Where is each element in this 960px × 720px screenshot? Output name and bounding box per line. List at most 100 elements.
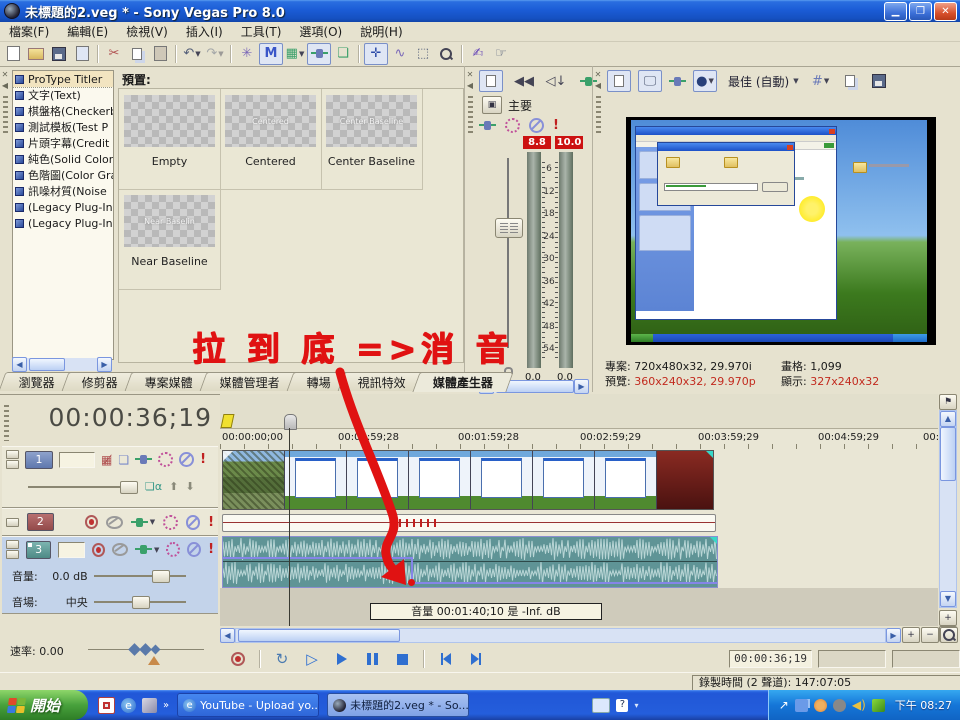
track-name-field[interactable] (58, 542, 85, 558)
generator-item[interactable]: 純色(Solid Color (13, 151, 113, 167)
media-player-icon[interactable] (142, 698, 157, 713)
go-to-start-button[interactable] (434, 649, 458, 669)
whats-this-help-button[interactable]: ☞ (490, 44, 512, 64)
messenger-icon[interactable] (814, 699, 827, 712)
menu-insert[interactable]: 插入(I) (177, 22, 232, 41)
internet-explorer-icon[interactable]: e (121, 698, 136, 713)
timeline-grip[interactable] (4, 405, 9, 441)
zoom-tool-button[interactable] (435, 44, 457, 64)
snap-toggle-button[interactable]: ✳ (236, 44, 258, 64)
master-bus-icon[interactable]: ▣ (482, 96, 502, 114)
stop-button[interactable] (390, 649, 414, 669)
video-output-fx-icon[interactable] (674, 77, 681, 86)
shuttle-handle-3[interactable] (151, 645, 161, 655)
paste-button[interactable] (149, 44, 171, 64)
downmix-output-button[interactable]: ◀◀ (513, 71, 535, 91)
open-button[interactable] (25, 44, 47, 64)
bypass-motion-blur-icon[interactable]: ▦̸ (101, 453, 112, 467)
fade-out-handle[interactable] (710, 537, 717, 544)
scroll-right-icon[interactable]: ▶ (97, 357, 112, 372)
dock-grip[interactable] (596, 96, 601, 136)
copy-button[interactable] (126, 44, 148, 64)
network-icon[interactable] (795, 699, 808, 712)
generator-item[interactable]: ProType Titler (13, 71, 113, 87)
menu-tools[interactable]: 工具(T) (232, 22, 291, 41)
preview-properties-button[interactable] (607, 70, 631, 92)
solo-track-icon[interactable]: ! (208, 516, 214, 529)
ripple-edit-button[interactable]: ▦▼ (284, 44, 306, 64)
dock-close-icon[interactable]: ✕ (595, 70, 602, 79)
generator-item[interactable]: (Legacy Plug-In (13, 199, 113, 215)
track-fx-plug-icon[interactable] (140, 545, 147, 554)
quicklaunch-overflow-icon[interactable]: » (163, 700, 169, 711)
envelope-point[interactable] (408, 579, 415, 586)
peak-left-badge[interactable]: 8.8 (523, 136, 551, 149)
scroll-left-icon[interactable]: ◀ (12, 357, 27, 372)
peak-right-badge[interactable]: 10.0 (555, 136, 583, 149)
quicklaunch-app-icon[interactable] (98, 697, 115, 714)
preset-item[interactable]: Center Baseline Center Baseline (321, 89, 423, 190)
marker-bar[interactable] (220, 394, 938, 429)
video-event[interactable] (222, 450, 714, 510)
shuttle-marker[interactable] (148, 656, 160, 665)
redo-button[interactable]: ↷▼ (204, 44, 226, 64)
tray-chevron-icon[interactable]: ▾ (634, 701, 638, 710)
mute-icon[interactable] (186, 515, 200, 530)
track-number-badge[interactable]: 2 (27, 513, 54, 531)
volume-icon[interactable]: ◀) (852, 698, 866, 712)
solo-bus-icon[interactable]: ! (553, 119, 559, 132)
composite-mode-icon[interactable]: ❏α (145, 480, 162, 493)
timeline-cursor-handle[interactable] (284, 414, 297, 430)
audio-event[interactable] (222, 536, 718, 588)
scroll-right-icon[interactable]: ▶ (886, 628, 901, 643)
mute-track-icon[interactable] (106, 516, 122, 529)
save-button[interactable] (48, 44, 70, 64)
preset-item[interactable]: Near Baselin Near Baseline (119, 189, 221, 290)
split-screen-button[interactable]: ●▼ (693, 70, 717, 92)
ignore-grouping-button[interactable]: ❏ (332, 44, 354, 64)
track-fx-plug-icon[interactable] (140, 455, 147, 464)
mute-icon[interactable] (187, 542, 201, 557)
mixer-properties-button[interactable] (479, 70, 503, 92)
make-compositing-parent-icon[interactable]: ⬆ (169, 480, 178, 493)
track-fx-gear-icon[interactable] (158, 452, 173, 467)
menu-help[interactable]: 說明(H) (351, 22, 411, 41)
close-button[interactable]: ✕ (934, 2, 957, 21)
timeline-hscrollbar[interactable]: ◀ ▶ + − (220, 628, 958, 643)
overlays-grid-button[interactable]: #▼ (810, 71, 832, 91)
generator-item[interactable]: 棋盤格(Checkerb (13, 103, 113, 119)
zoom-out-time-button[interactable]: − (921, 627, 939, 643)
fade-out-handle[interactable] (706, 451, 713, 458)
tray-launch-icon[interactable]: ↗ (779, 698, 789, 712)
play-button[interactable] (330, 649, 354, 669)
volume-envelope-bottom[interactable] (411, 582, 717, 584)
auto-ripple-button[interactable]: M (259, 43, 283, 65)
zoom-in-time-button[interactable]: + (902, 627, 920, 643)
overlay-event[interactable] (222, 514, 716, 532)
selection-length-box[interactable] (892, 650, 960, 668)
timeline-canvas[interactable]: 00:00:00;00 00:00:59;28 00:01:59;28 00:0… (220, 394, 938, 626)
track-minmax-buttons[interactable] (6, 540, 19, 559)
tab-media-manager[interactable]: 媒體管理者 (200, 372, 301, 391)
dock-collapse-icon[interactable]: ◀ (467, 81, 473, 90)
nvidia-icon[interactable] (872, 699, 885, 712)
track-fx-gear-icon[interactable] (166, 542, 180, 557)
pause-button[interactable] (360, 649, 384, 669)
generator-item[interactable]: 文字(Text) (13, 87, 113, 103)
track-minmax-buttons[interactable] (6, 450, 19, 469)
cut-button[interactable]: ✂ (103, 44, 125, 64)
record-button[interactable] (226, 649, 250, 669)
menu-file[interactable]: 檔案(F) (0, 22, 58, 41)
track-number-badge[interactable]: 3 (26, 541, 51, 559)
track-header-1[interactable]: 1 ▦̸ ❏ ! ❏α ⬆ ⬇ (2, 446, 218, 508)
menu-view[interactable]: 檢視(V) (117, 22, 177, 41)
preset-item[interactable]: Empty (119, 89, 221, 190)
external-monitor-button[interactable]: 🖵 (638, 70, 662, 92)
properties-button[interactable] (71, 44, 93, 64)
taskbar-clock[interactable]: 下午 08:27 (895, 697, 952, 713)
meter-left[interactable] (527, 152, 541, 368)
zoom-tool-corner-button[interactable] (940, 627, 958, 643)
mute-bus-icon[interactable] (529, 118, 544, 133)
lock-envelopes-button[interactable] (307, 43, 331, 65)
bus-fx-plug-icon[interactable] (484, 121, 491, 130)
